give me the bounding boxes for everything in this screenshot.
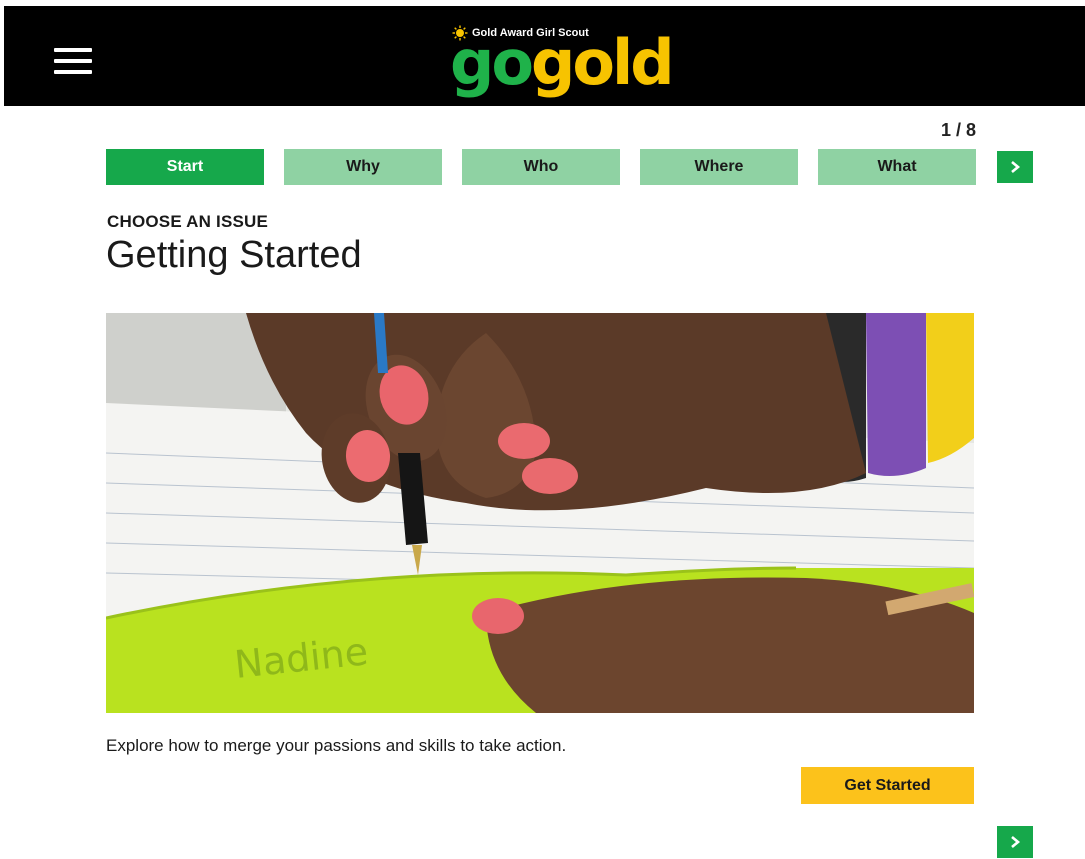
step-counter: 1 / 8 bbox=[940, 120, 976, 140]
section-eyebrow: CHOOSE AN ISSUE bbox=[107, 212, 269, 231]
logo-word-go: go bbox=[450, 26, 534, 99]
tab-who[interactable]: Who bbox=[462, 149, 620, 185]
get-started-button[interactable]: Get Started bbox=[801, 767, 974, 804]
tab-start[interactable]: Start bbox=[106, 149, 264, 185]
site-header: Gold Award Girl Scout gogold bbox=[4, 6, 1085, 106]
tab-what[interactable]: What bbox=[818, 149, 976, 185]
description-text: Explore how to merge your passions and s… bbox=[106, 736, 567, 755]
tab-where[interactable]: Where bbox=[640, 149, 798, 185]
logo-wordmark: gogold bbox=[450, 32, 675, 94]
page-title: Getting Started bbox=[106, 234, 362, 276]
chevron-right-icon bbox=[1011, 836, 1021, 848]
hamburger-menu-icon[interactable] bbox=[54, 46, 92, 76]
tab-why[interactable]: Why bbox=[284, 149, 442, 185]
chevron-right-icon bbox=[1011, 161, 1021, 173]
writing-hand-illustration: Nadine bbox=[106, 313, 974, 713]
page-next-button[interactable] bbox=[997, 826, 1033, 858]
logo-word-gold: gold bbox=[530, 26, 675, 99]
gogold-logo[interactable]: Gold Award Girl Scout gogold bbox=[450, 20, 675, 100]
steps-next-button[interactable] bbox=[997, 151, 1033, 183]
hero-image: Nadine bbox=[106, 313, 974, 713]
